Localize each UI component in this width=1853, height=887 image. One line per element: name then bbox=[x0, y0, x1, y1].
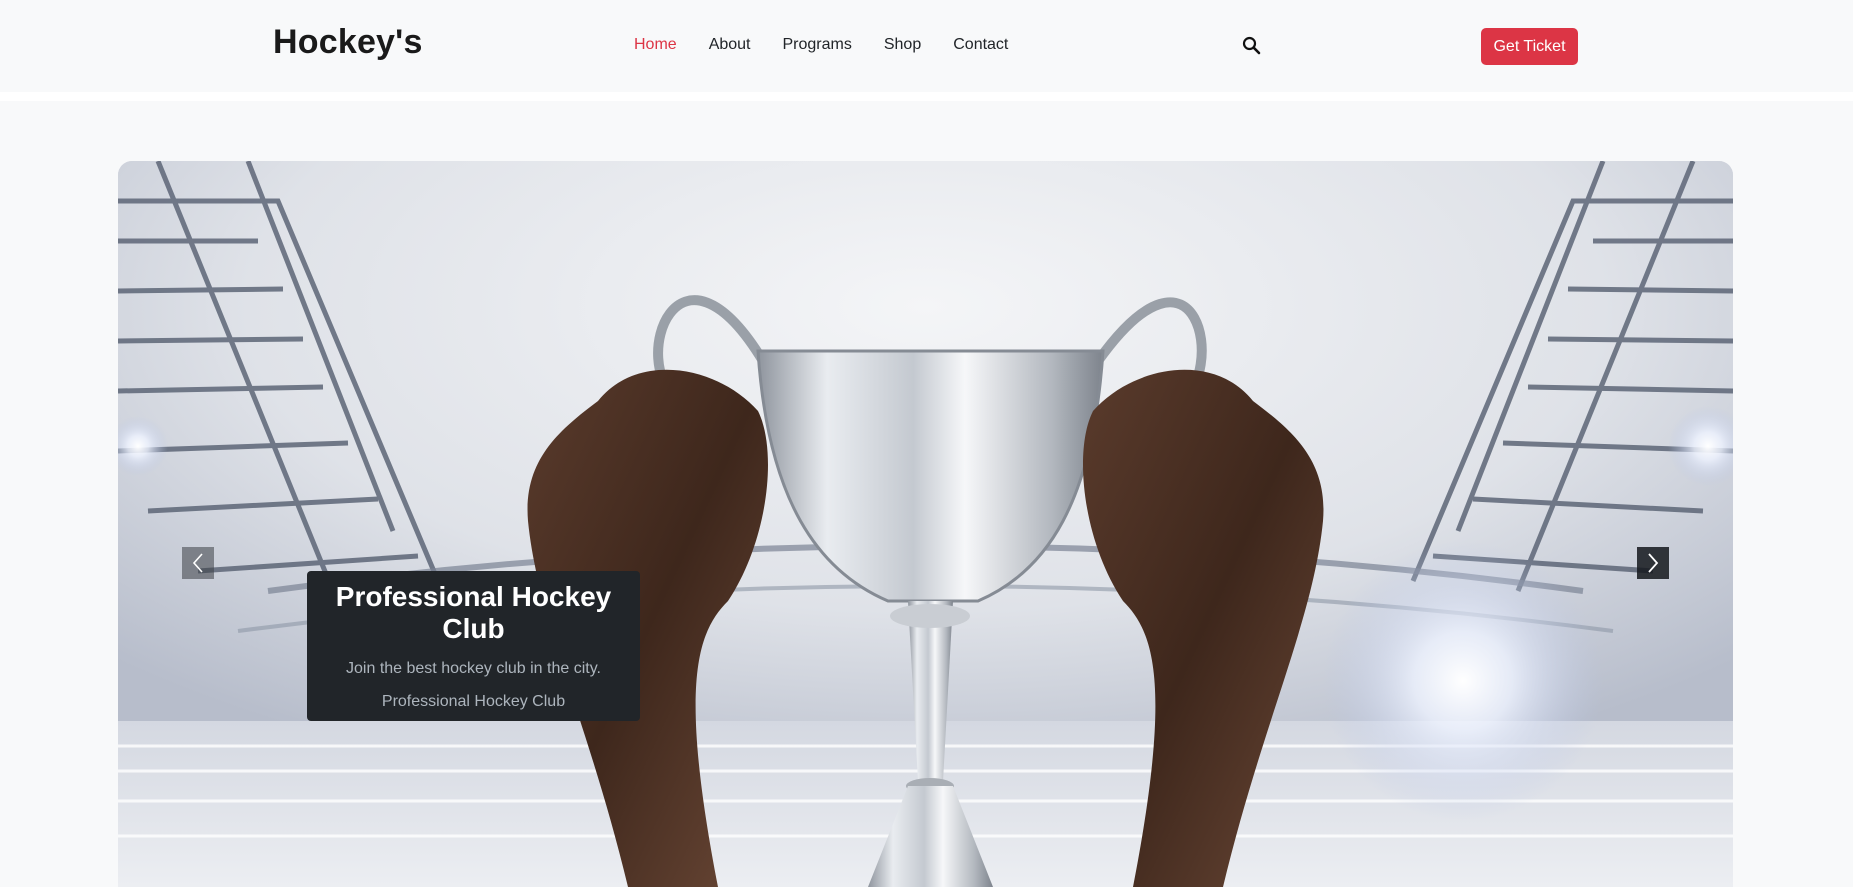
search-icon[interactable] bbox=[1240, 34, 1264, 58]
brand-logo[interactable]: Hockey's bbox=[273, 23, 423, 62]
caption-subtitle: Professional Hockey Club bbox=[381, 693, 566, 710]
nav-item-shop[interactable]: Shop bbox=[884, 36, 921, 54]
carousel-caption: Professional Hockey Club Join the best h… bbox=[307, 571, 640, 721]
nav-item-about[interactable]: About bbox=[709, 36, 751, 54]
caption-title: Professional Hockey Club bbox=[335, 581, 612, 644]
carousel-prev-button[interactable] bbox=[182, 547, 214, 579]
nav-links: Home About Programs Shop Contact bbox=[634, 36, 1040, 54]
carousel-next-button[interactable] bbox=[1637, 547, 1669, 579]
nav-item-home[interactable]: Home bbox=[634, 36, 677, 54]
hero-image-trophy bbox=[118, 161, 1733, 887]
chevron-right-icon bbox=[1648, 553, 1659, 573]
nav-item-programs[interactable]: Programs bbox=[783, 36, 852, 54]
get-ticket-button[interactable]: Get Ticket bbox=[1481, 28, 1578, 65]
nav-item-contact[interactable]: Contact bbox=[953, 36, 1008, 54]
hero-carousel: Professional Hockey Club Join the best h… bbox=[118, 161, 1733, 887]
navbar: Hockey's Home About Programs Shop Contac… bbox=[0, 0, 1853, 92]
caption-text: Join the best hockey club in the city. bbox=[346, 660, 601, 677]
navbar-divider bbox=[0, 92, 1853, 101]
chevron-left-icon bbox=[192, 553, 203, 573]
